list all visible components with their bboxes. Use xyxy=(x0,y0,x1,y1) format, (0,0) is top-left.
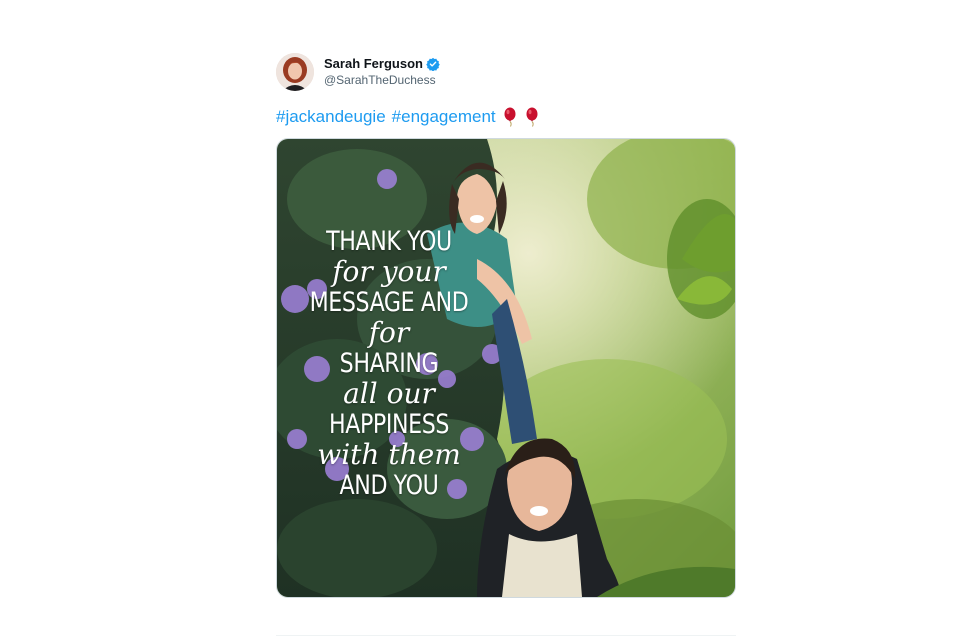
overlay-line: all our xyxy=(343,377,435,410)
overlay-line: for your xyxy=(332,255,446,288)
avatar[interactable] xyxy=(276,53,314,91)
author-names: Sarah Ferguson @SarahTheDuchess xyxy=(324,56,440,88)
author-handle[interactable]: @SarahTheDuchess xyxy=(324,72,440,88)
hashtag-engagement[interactable]: #engagement xyxy=(392,106,496,128)
overlay-line: MESSAGE AND xyxy=(309,287,469,318)
hashtag-jackandeugie[interactable]: #jackandeugie xyxy=(276,106,386,128)
balloon-icon xyxy=(524,107,540,127)
page: Sarah Ferguson @SarahTheDuchess #jackand… xyxy=(0,0,960,640)
name-line: Sarah Ferguson xyxy=(324,56,440,72)
balloon-icon xyxy=(502,107,518,127)
overlay-line: HAPPINESS xyxy=(328,409,450,440)
tweet-text: #jackandeugie #engagement xyxy=(276,106,736,128)
verified-badge-icon xyxy=(426,57,440,72)
display-name[interactable]: Sarah Ferguson xyxy=(324,56,423,72)
tweet-card[interactable]: Sarah Ferguson @SarahTheDuchess #jackand… xyxy=(276,50,736,598)
overlay-line: THANK YOU xyxy=(326,226,452,257)
overlay-line: with them xyxy=(317,438,461,471)
author-row: Sarah Ferguson @SarahTheDuchess xyxy=(276,50,736,94)
overlay-line: SHARING xyxy=(339,348,439,379)
overlay-line: for xyxy=(368,316,410,349)
photo-overlay-text: THANK YOU for your MESSAGE AND for SHARI… xyxy=(289,225,489,502)
overlay-line: AND YOU xyxy=(339,470,439,501)
divider xyxy=(276,635,736,636)
avatar-image xyxy=(276,53,314,91)
tweet-photo[interactable]: THANK YOU for your MESSAGE AND for SHARI… xyxy=(276,138,736,598)
